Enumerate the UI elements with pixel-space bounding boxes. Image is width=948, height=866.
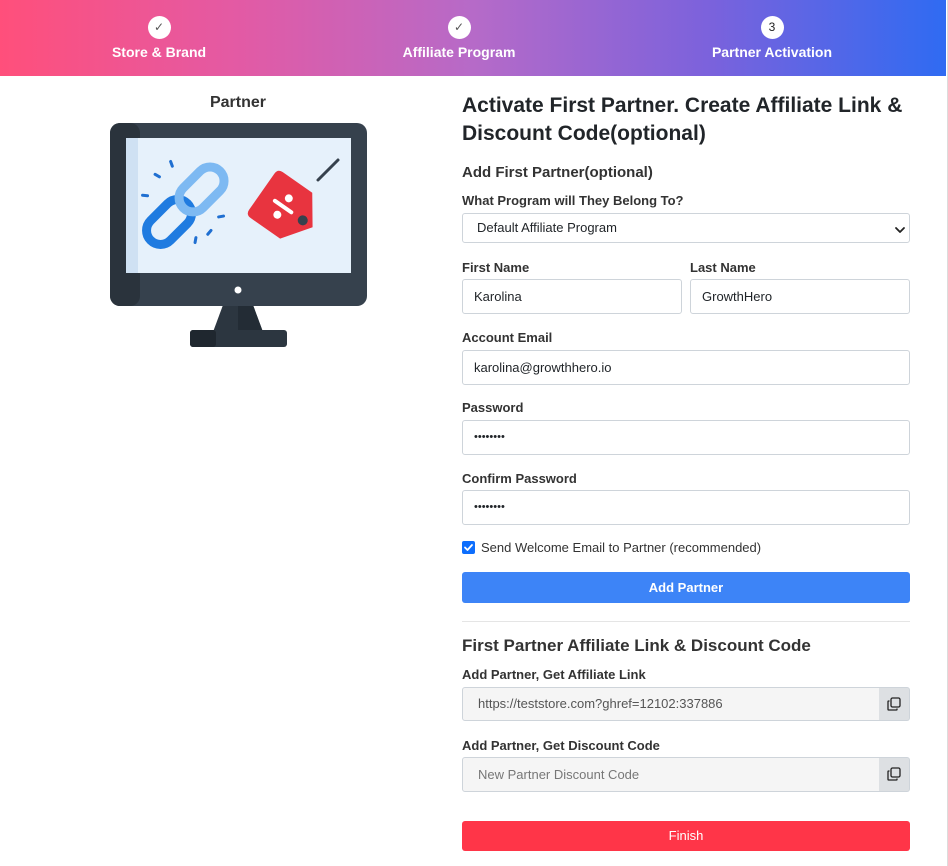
step-partner-activation[interactable]: 3 Partner Activation	[700, 16, 844, 60]
monitor-icon	[110, 123, 367, 347]
check-icon	[464, 544, 473, 551]
step-label: Affiliate Program	[402, 44, 516, 60]
illustration-title: Partner	[209, 94, 267, 111]
step-label: Partner Activation	[711, 44, 833, 60]
welcome-email-label[interactable]: Send Welcome Email to Partner (recommend…	[481, 540, 761, 555]
copy-discount-code-button[interactable]	[879, 757, 910, 792]
last-name-field[interactable]: GrowthHero	[690, 279, 910, 314]
chevron-down-icon	[895, 227, 905, 233]
email-field[interactable]: karolina@growthhero.io	[462, 350, 910, 385]
discount-code-label: Add Partner, Get Discount Code	[462, 738, 660, 753]
links-section-title: First Partner Affiliate Link & Discount …	[462, 636, 811, 655]
program-label: What Program will They Belong To?	[462, 193, 684, 208]
confirm-password-label: Confirm Password	[462, 471, 577, 486]
section-divider	[462, 621, 910, 622]
add-partner-subheading: Add First Partner(optional)	[462, 164, 653, 181]
step-store-brand[interactable]: ✓ Store & Brand	[99, 16, 219, 60]
copy-icon	[887, 767, 901, 781]
add-partner-button[interactable]: Add Partner	[462, 572, 910, 603]
first-name-field[interactable]: Karolina	[462, 279, 682, 314]
wizard-frame: ✓ Store & Brand ✓ Affiliate Program 3 Pa…	[0, 0, 948, 866]
step-complete-check-icon: ✓	[447, 16, 471, 39]
copy-affiliate-link-button[interactable]	[879, 687, 910, 721]
password-label: Password	[462, 400, 524, 415]
step-number-badge: 3	[760, 16, 784, 39]
email-label: Account Email	[462, 330, 553, 345]
last-name-label: Last Name	[690, 260, 756, 275]
discount-code-placeholder: New Partner Discount Code	[478, 767, 640, 782]
progress-stepper: ✓ Store & Brand ✓ Affiliate Program 3 Pa…	[0, 0, 946, 76]
copy-icon	[887, 697, 901, 711]
finish-button[interactable]: Finish	[462, 821, 910, 851]
affiliate-link-field[interactable]: https://teststore.com?ghref=12102:337886	[462, 687, 880, 721]
partner-illustration	[108, 120, 370, 350]
program-select-value: Default Affiliate Program	[477, 220, 617, 235]
password-field[interactable]: ••••••••	[462, 420, 910, 455]
page-title: Activate First Partner. Create Affiliate…	[462, 94, 903, 145]
confirm-password-field[interactable]: ••••••••	[462, 490, 910, 525]
welcome-email-checkbox[interactable]	[462, 541, 475, 554]
program-select[interactable]: Default Affiliate Program	[462, 213, 910, 243]
discount-code-field[interactable]: New Partner Discount Code	[462, 757, 880, 792]
step-complete-check-icon: ✓	[147, 16, 171, 39]
affiliate-link-label: Add Partner, Get Affiliate Link	[462, 667, 646, 682]
welcome-email-option: Send Welcome Email to Partner (recommend…	[462, 540, 761, 555]
step-label: Store & Brand	[111, 44, 207, 60]
step-affiliate-program[interactable]: ✓ Affiliate Program	[393, 16, 525, 60]
first-name-label: First Name	[462, 260, 530, 275]
